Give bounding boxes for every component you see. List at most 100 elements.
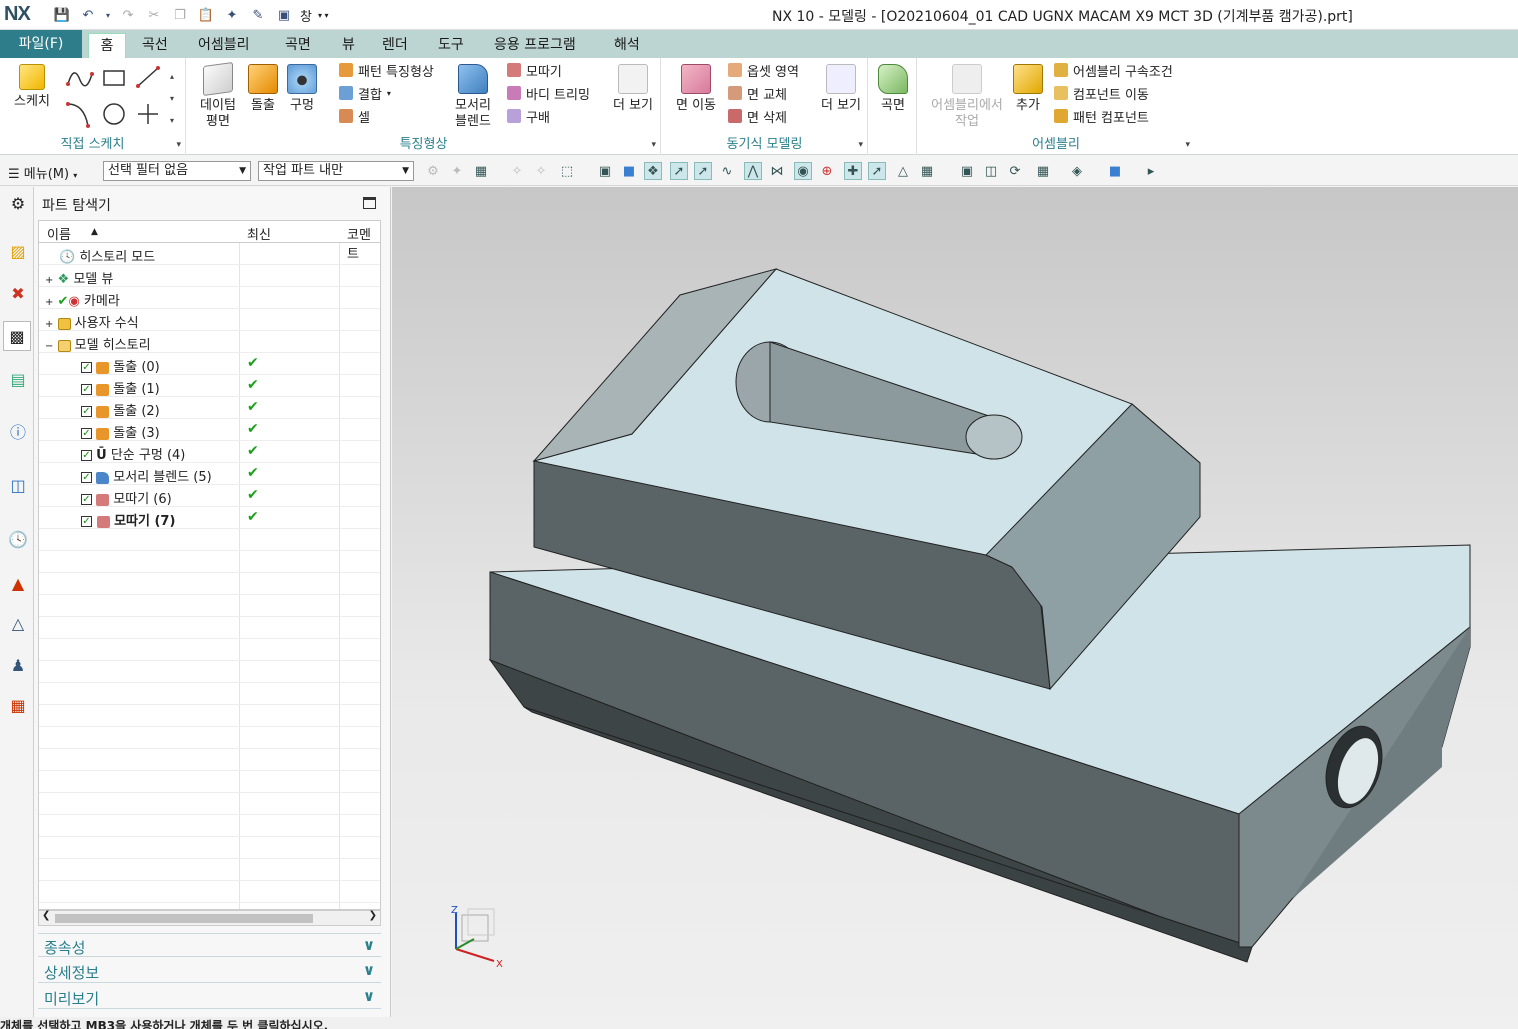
group-dropdown-icon[interactable]: ▾ [651, 140, 656, 150]
tree-row-history-mode[interactable]: 🕓 히스토리 모드 [39, 243, 380, 265]
expand-icon[interactable]: + [45, 297, 53, 308]
gear-icon[interactable]: ⚙ [6, 191, 30, 215]
assembly-navigator-icon[interactable]: ▨ [6, 239, 30, 263]
type-filter-select[interactable]: 선택 필터 없음 ▼ [103, 161, 251, 181]
history-icon[interactable]: 🕓 [6, 527, 30, 551]
snap-point-on-curve-icon[interactable]: ➚ [868, 162, 886, 180]
move-face-button[interactable]: 면 이동 [672, 64, 720, 114]
tree-row-user-expressions[interactable]: + 사용자 수식 [39, 309, 380, 331]
rectangle-select-icon[interactable]: ⬚ [558, 162, 576, 180]
select-body-icon[interactable]: ▣ [596, 162, 614, 180]
snap-endpoint-icon[interactable]: ➚ [670, 162, 688, 180]
cut-icon[interactable]: ✂ [144, 5, 164, 25]
tree-row-feature[interactable]: ✓ 돌출 (2) ✔ [39, 397, 380, 419]
follow-selection-icon[interactable]: ✧ [532, 162, 550, 180]
undo-icon[interactable]: ↶ [78, 5, 98, 25]
replace-face-button[interactable]: 면 교체 [728, 83, 787, 103]
snap-arc-center-icon[interactable]: ◉ [794, 162, 812, 180]
delete-face-button[interactable]: 면 삭제 [728, 106, 787, 126]
tab-curve[interactable]: 곡선 [136, 33, 174, 58]
tree-row-model-history[interactable]: − 모델 히스토리 [39, 331, 380, 353]
group-dropdown-icon[interactable]: ▾ [176, 140, 181, 150]
shell-button[interactable]: 셀 [339, 106, 370, 126]
selection-scope-select[interactable]: 작업 파트 내만 ▼ [258, 161, 414, 181]
tab-surface[interactable]: 곡면 [279, 33, 317, 58]
snap-midpoint-icon[interactable]: ➚ [694, 162, 712, 180]
visibility-checkbox[interactable]: ✓ [81, 516, 92, 527]
web-browser-icon[interactable]: ◫ [6, 473, 30, 497]
assembly-constraints-button[interactable]: 어셈블리 구속조건 [1054, 60, 1173, 80]
role-icon[interactable]: ♟ [6, 653, 30, 677]
snap-intersection-icon[interactable]: ⋈ [768, 162, 786, 180]
render-style-icon[interactable]: ◈ [1068, 162, 1086, 180]
tree-row-feature[interactable]: ✓ 돌출 (0) ✔ [39, 353, 380, 375]
add-component-button[interactable]: 추가 [1010, 64, 1046, 114]
offset-region-button[interactable]: 옵셋 영역 [728, 60, 799, 80]
sketch-tool-icons[interactable] [64, 64, 168, 130]
shaded-display-icon[interactable]: ■ [1106, 162, 1124, 180]
visibility-checkbox[interactable]: ✓ [81, 494, 92, 505]
column-header-name[interactable]: 이름 [47, 224, 71, 243]
expand-icon[interactable]: + [45, 319, 53, 330]
chamfer-button[interactable]: 모따기 [507, 60, 562, 80]
orient-view-icon[interactable]: ▦ [1034, 162, 1052, 180]
column-header-uptodate[interactable]: 최신 [247, 224, 271, 243]
tab-home[interactable]: 홈 [88, 33, 126, 58]
tab-analysis[interactable]: 해석 [608, 33, 646, 58]
graphics-window[interactable]: Z X [392, 187, 1518, 1017]
move-component-button[interactable]: 컴포넌트 이동 [1054, 83, 1149, 103]
maximize-icon[interactable] [363, 197, 376, 209]
trim-body-button[interactable]: 바디 트리밍 [507, 83, 590, 103]
snap-control-point-icon[interactable]: ⋀ [744, 162, 762, 180]
tree-row-cameras[interactable]: + ✔◉ 카메라 [39, 287, 380, 309]
unite-dropdown-icon[interactable]: ▾ [387, 89, 391, 98]
fit-view-icon[interactable]: ▣ [958, 162, 976, 180]
part-model[interactable] [392, 187, 1518, 1017]
slot-end-right[interactable] [965, 414, 1023, 460]
select-solid-icon[interactable]: ■ [620, 162, 638, 180]
visibility-checkbox[interactable]: ✓ [81, 406, 92, 417]
part-navigator-icon[interactable]: ▩ [3, 321, 31, 351]
tree-row-feature[interactable]: ✓ Ū 단순 구멍 (4) ✔ [39, 441, 380, 463]
tree-row-model-views[interactable]: + ❖ 모델 뷰 [39, 265, 380, 287]
tab-render[interactable]: 렌더 [376, 33, 414, 58]
snap-bounded-grid-icon[interactable]: ▦ [918, 162, 936, 180]
edit-section-icon[interactable]: ▸ [1142, 162, 1160, 180]
draft-button[interactable]: 구배 [507, 106, 550, 126]
redo-icon[interactable]: ↷ [118, 5, 138, 25]
group-dropdown-icon[interactable]: ▾ [858, 140, 863, 150]
collapse-icon[interactable]: − [45, 341, 53, 352]
undo-dropdown-icon[interactable]: ▾ [104, 5, 112, 25]
pattern-component-button[interactable]: 패턴 컴포넌트 [1054, 106, 1149, 126]
window-icon[interactable]: ▣ [274, 5, 294, 25]
sync-more-button[interactable]: 더 보기 [818, 64, 864, 114]
snap-enable-icon[interactable]: ❖ [644, 162, 662, 180]
tab-tools[interactable]: 도구 [432, 33, 470, 58]
edge-blend-button[interactable]: 모서리 블렌드 [449, 64, 497, 130]
scroll-left-icon[interactable]: ❮ [42, 910, 50, 921]
system-materials-icon[interactable]: ▲ [6, 571, 30, 595]
zoom-view-icon[interactable]: ◫ [982, 162, 1000, 180]
copy-icon[interactable]: ❐ [170, 5, 190, 25]
info-icon[interactable]: ⓘ [6, 419, 30, 443]
datum-plane-button[interactable]: 데이텀 평면 [197, 61, 239, 130]
selection-intent-icon[interactable]: ✧ [508, 162, 526, 180]
tree-row-feature[interactable]: ✓ 모따기 (6) ✔ [39, 485, 380, 507]
tree-row-feature[interactable]: ✓ 돌출 (1) ✔ [39, 375, 380, 397]
visibility-checkbox[interactable]: ✓ [81, 450, 92, 461]
visibility-checkbox[interactable]: ✓ [81, 428, 92, 439]
tree-row-feature[interactable]: ✓ 돌출 (3) ✔ [39, 419, 380, 441]
group-dropdown-icon[interactable]: ▾ [1185, 140, 1190, 150]
hole-button[interactable]: 구멍 [283, 64, 321, 114]
paste-icon[interactable]: 📋 [196, 5, 216, 25]
process-studio-icon[interactable]: △ [6, 611, 30, 635]
sketch-gallery-scroll[interactable]: ▴ ▾ ▾ [170, 66, 174, 132]
scrollbar-thumb[interactable] [55, 914, 313, 923]
unite-button[interactable]: 결합 ▾ [339, 83, 391, 103]
rotate-view-icon[interactable]: ⟳ [1006, 162, 1024, 180]
snap-point-icon[interactable]: ▦ [472, 162, 490, 180]
general-selection-icon[interactable]: ⚙ [424, 162, 442, 180]
preview-panel-header[interactable]: 미리보기 ∨ [38, 985, 381, 1009]
sketch-button[interactable]: 스케치 [8, 64, 56, 110]
repeat-command-icon[interactable]: ✦ [222, 5, 242, 25]
